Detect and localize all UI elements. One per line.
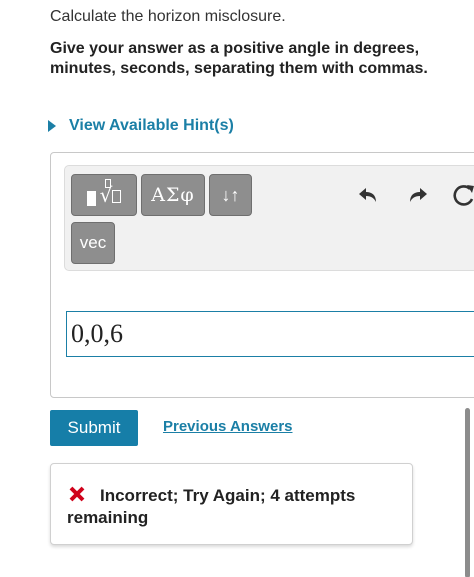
undo-icon[interactable] (355, 181, 383, 209)
subscript-superscript-button[interactable]: ↓↑ (209, 174, 252, 216)
templates-icon (86, 191, 96, 206)
radical-icon: √ (100, 179, 122, 205)
scrollbar[interactable] (465, 408, 470, 577)
feedback-status: Incorrect; Try Again; 4 attempts remaini… (67, 486, 356, 527)
question-text: Calculate the horizon misclosure. (50, 8, 286, 25)
submit-button[interactable]: Submit (50, 410, 138, 446)
answer-instructions: Give your answer as a positive angle in … (50, 40, 428, 77)
expand-arrow-icon (48, 120, 56, 132)
answer-input[interactable]: 0,0,6 (66, 311, 474, 357)
reset-icon[interactable] (450, 181, 474, 209)
feedback-message: Incorrect; Try Again; 4 attempts remaini… (67, 485, 397, 529)
vector-button[interactable]: vec (71, 222, 115, 264)
incorrect-x-icon (69, 486, 85, 502)
greek-symbols-button[interactable]: ΑΣφ (141, 174, 205, 216)
view-hints-link[interactable]: View Available Hint(s) (48, 117, 234, 135)
previous-answers-link[interactable]: Previous Answers (163, 418, 293, 435)
templates-button[interactable]: √ (71, 174, 137, 216)
view-hints-label: View Available Hint(s) (69, 117, 234, 134)
redo-icon[interactable] (403, 181, 431, 209)
